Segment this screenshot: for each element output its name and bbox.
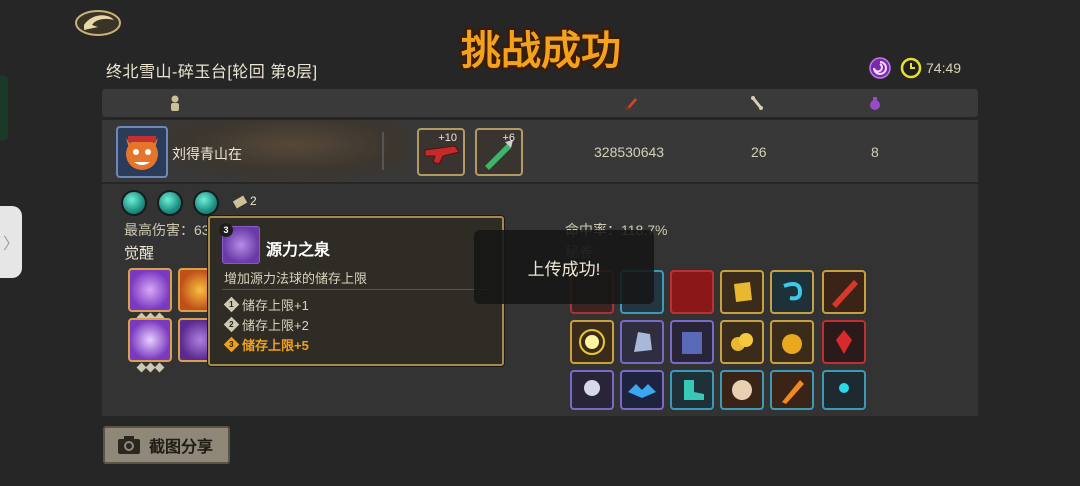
skill-icon-1[interactable] (121, 190, 147, 216)
item-swirl[interactable] (770, 270, 814, 314)
upload-toast: 上传成功! (474, 230, 654, 304)
scroll-icon (232, 195, 248, 209)
scroll-count: 2 (250, 194, 257, 208)
tooltip-divider (222, 289, 490, 290)
screenshot-share-button[interactable]: 截图分享 (103, 426, 230, 464)
level-diamond-icon: 1 (223, 296, 240, 313)
item-boot[interactable] (670, 370, 714, 410)
awaken-label: 觉醒 (124, 245, 155, 262)
bat-icon (628, 384, 656, 398)
item-red-mask[interactable] (670, 270, 714, 314)
item-compass[interactable] (570, 370, 614, 410)
fire-sword-icon (782, 380, 804, 404)
level-diamond-icon: 2 (223, 316, 240, 333)
tooltip-title: 源力之泉 (266, 242, 331, 259)
crystal-icon (634, 332, 652, 352)
book-icon (682, 332, 702, 354)
awaken-slot-4[interactable] (178, 318, 208, 362)
coins-icon (731, 333, 753, 351)
item-spark[interactable] (570, 320, 614, 364)
item-fire-sword[interactable] (770, 370, 814, 410)
item-gold-rune[interactable] (720, 270, 764, 314)
clock-icon (900, 57, 922, 79)
timer: 74:49 (926, 60, 962, 76)
side-expand-tab[interactable]: 〉 (0, 206, 22, 278)
item-gold-pile[interactable] (770, 320, 814, 364)
tooltip-level-2: 2 储存上限+2 (223, 315, 309, 334)
item-crystal[interactable] (620, 320, 664, 364)
weapon-slot-2[interactable]: +6 (475, 128, 523, 176)
rune-icon (734, 282, 752, 302)
item-coins[interactable] (720, 320, 764, 364)
max-damage: 最高伤害：63 (124, 222, 210, 238)
side-strip (0, 76, 8, 140)
divider (382, 132, 384, 170)
item-red-gem[interactable] (822, 320, 866, 364)
title-art-text: 挑战成功 (461, 28, 621, 74)
player-icon (171, 95, 179, 111)
level-diamond-icon: 3 (223, 336, 240, 353)
item-red-weapon[interactable] (822, 270, 866, 314)
purple-mask-icon (178, 318, 208, 362)
skill-icon-2[interactable] (157, 190, 183, 216)
level-text: 储存上限+2 (242, 318, 309, 333)
camera-icon (118, 436, 140, 454)
avatar (116, 126, 168, 178)
potions-value: 8 (871, 144, 879, 160)
red-blade-icon (832, 280, 858, 308)
item-book[interactable] (670, 320, 714, 364)
stopwatch-icon (128, 318, 172, 362)
level-badge: 3 (219, 223, 233, 237)
potion-icon (870, 97, 880, 110)
item-face[interactable] (720, 370, 764, 410)
table-header (102, 89, 978, 117)
orb-icon (839, 383, 849, 393)
tooltip-level-1: 1 储存上限+1 (223, 295, 309, 314)
gold-pile-icon (782, 334, 802, 354)
weapon-slot-1[interactable]: +10 (417, 128, 465, 176)
swirl-blue-icon (783, 282, 803, 301)
bone-icon (751, 96, 763, 110)
chevron-right-icon: 〉 (2, 236, 19, 253)
fox-avatar-icon (126, 136, 158, 170)
tooltip-level-3: 3 储存上限+5 (223, 335, 309, 354)
compass-icon (584, 380, 600, 396)
flame-icon (178, 268, 208, 312)
level-text: 储存上限+5 (242, 338, 309, 353)
awaken-slot-1[interactable] (128, 268, 172, 323)
weapon-level: +10 (438, 132, 457, 144)
spark-icon (579, 329, 605, 355)
awaken-slot-2[interactable] (178, 268, 208, 312)
item-bat[interactable] (620, 370, 664, 410)
back-arrow-icon[interactable] (74, 8, 122, 38)
swirl-icon (869, 57, 891, 79)
red-gem-icon (836, 330, 852, 354)
item-orb[interactable] (822, 370, 866, 410)
skill-icon-3[interactable] (193, 190, 219, 216)
damage-icon (625, 98, 637, 110)
kills-value: 26 (751, 144, 767, 160)
damage-value: 328530643 (594, 144, 665, 160)
star-dots (128, 362, 172, 373)
awaken-slot-3[interactable] (128, 318, 172, 373)
face-icon (732, 380, 752, 400)
stage-location: 终北雪山-碎玉台[轮回 第8层] (106, 64, 318, 81)
level-text: 储存上限+1 (242, 298, 309, 313)
weapon-level: +6 (502, 132, 515, 144)
challenge-success-title: 挑战成功 (459, 26, 624, 77)
orb-cluster-icon (128, 268, 172, 312)
share-label: 截图分享 (149, 439, 214, 456)
player-name: 刘得青山在 (172, 146, 242, 162)
boot-icon (684, 380, 704, 400)
tooltip-description: 增加源力法球的储存上限 (224, 271, 368, 286)
